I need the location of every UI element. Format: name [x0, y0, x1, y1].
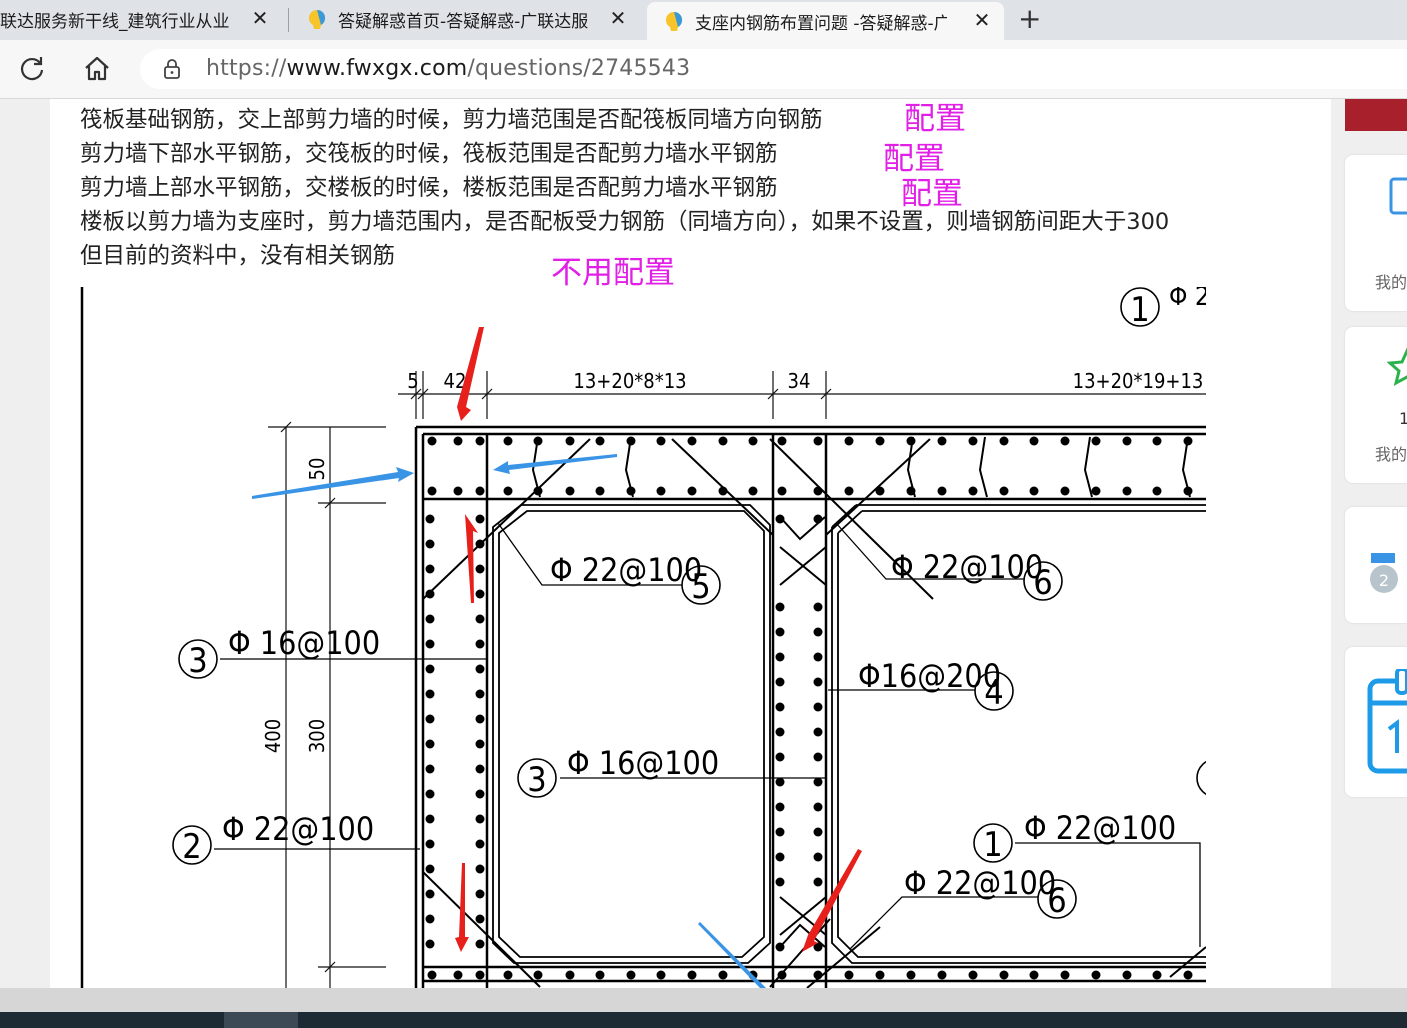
medal-icon: 2	[1367, 551, 1407, 605]
tab-strip: 联达服务新干线_建筑行业从业 ✕ 答疑解惑首页-答疑解惑-广联达服 ✕ 支座内钢…	[0, 0, 1407, 40]
dim-label: 5	[407, 369, 418, 393]
svg-text:2: 2	[1379, 571, 1389, 590]
blue-arrow-1	[252, 467, 414, 499]
sidebar-card-favorites[interactable]: 1 我的	[1345, 327, 1407, 483]
rebar-dots	[425, 436, 1193, 980]
sidebar-label: 我的	[1375, 273, 1407, 292]
red-arrows	[455, 327, 862, 952]
sidebar-card-medal[interactable]: 2	[1345, 507, 1407, 623]
red-arrow-2	[465, 514, 478, 603]
callout-spec: Φ 22@100	[550, 551, 702, 589]
dim-label: 300	[305, 719, 329, 753]
favicon-bulb-icon	[306, 8, 328, 30]
second-row-dots	[427, 486, 1193, 496]
lock-icon[interactable]	[162, 58, 182, 84]
question-line-5: 但目前的资料中，没有相关钢筋	[80, 243, 396, 269]
url-text: https://www.fwxgx.com/questions/2745543	[206, 56, 690, 81]
favicon-bulb-icon	[663, 10, 685, 32]
question-line-4: 楼板以剪力墙为支座时，剪力墙范围内，是否配板受力钢筋（同墙方向），如果不设置，则…	[80, 209, 1170, 235]
dim-label: 34	[788, 369, 811, 393]
horizontal-scrollbar[interactable]	[0, 988, 1407, 1012]
url-path: /questions/2745543	[467, 56, 691, 81]
dim-label: 13+20*8*13	[573, 369, 686, 393]
bottom-row-dots	[427, 970, 1193, 980]
taskbar-active-app[interactable]	[224, 1012, 298, 1028]
sidebar-banner	[1345, 99, 1407, 131]
callout-spec: Φ 22@100	[904, 864, 1056, 902]
callout-spec: Φ16@200	[858, 657, 1001, 695]
dim-label: 400	[261, 719, 285, 753]
question-line-2: 剪力墙下部水平钢筋，交筏板的时候，筏板范围是否配剪力墙水平钢筋	[80, 141, 778, 167]
blue-arrow-2	[493, 454, 617, 474]
left-dimension-lines	[268, 421, 386, 988]
right-sidebar: 我的 1 我的 2	[1345, 99, 1407, 988]
callout-spec: Φ 22@100	[222, 810, 374, 848]
red-arrow-3	[455, 863, 469, 952]
question-line-1: 筏板基础钢筋，交上部剪力墙的时候，剪力墙范围是否配筏板同墙方向钢筋	[80, 107, 823, 133]
url-host: www.fwxgx.com	[286, 56, 468, 81]
callout-spec: Φ 22@100	[891, 548, 1043, 586]
tab-fwxgx-home[interactable]: 联达服务新干线_建筑行业从业 ✕	[0, 0, 282, 38]
callout-number: 2	[182, 827, 201, 867]
close-tab-icon[interactable]: ✕	[970, 8, 994, 32]
sidebar-count: 1	[1399, 409, 1407, 428]
callout-spec: Φ 22@100	[1024, 809, 1176, 847]
middle-wall-dots	[775, 514, 823, 952]
dim-label: 50	[305, 458, 329, 481]
address-bar[interactable]: https://www.fwxgx.com/questions/2745543	[140, 49, 1407, 89]
refresh-icon[interactable]	[17, 54, 47, 84]
callout-spec: Φ 16@100	[567, 744, 719, 782]
blue-arrows	[252, 454, 766, 988]
callout-number: 1	[1130, 290, 1149, 330]
tab-qa-home[interactable]: 答疑解惑首页-答疑解惑-广联达服 ✕	[296, 0, 640, 38]
new-tab-icon[interactable]: +	[1018, 2, 1041, 35]
tab-title: 联达服务新干线_建筑行业从业	[0, 11, 230, 32]
question-line-3: 剪力墙上部水平钢筋，交楼板的时候，楼板范围是否配剪力墙水平钢筋	[80, 175, 778, 201]
os-taskbar	[0, 1012, 1407, 1028]
answer-note-4: 不用配置	[551, 255, 675, 291]
home-icon[interactable]	[82, 54, 112, 84]
document-icon	[1389, 177, 1407, 221]
top-row-dots	[427, 436, 1193, 446]
close-tab-icon[interactable]: ✕	[248, 6, 272, 30]
callout-spec: Φ 2	[1169, 287, 1206, 312]
tab-separator	[288, 8, 289, 32]
tab-title: 支座内钢筋布置问题 -答疑解惑-广	[695, 13, 947, 34]
page-viewport: 筏板基础钢筋，交上部剪力墙的时候，剪力墙范围是否配筏板同墙方向钢筋 剪力墙下部水…	[0, 99, 1407, 988]
url-scheme: https://	[206, 56, 287, 81]
sidebar-label: 我的	[1375, 445, 1407, 464]
sidebar-card-questions[interactable]: 我的	[1345, 155, 1407, 311]
callout-number: 3	[188, 641, 207, 681]
close-tab-icon[interactable]: ✕	[606, 6, 630, 30]
callout-number: 1	[983, 825, 1002, 865]
answer-note-3: 配置	[901, 176, 963, 212]
rebar-section-drawing: 5 42 13+20*8*13 34 13+20*19+13 50 400 30…	[80, 287, 1206, 988]
tab-current-question[interactable]: 支座内钢筋布置问题 -答疑解惑-广 ✕	[647, 2, 1004, 40]
star-icon	[1386, 347, 1407, 395]
tab-title: 答疑解惑首页-答疑解惑-广联达服	[338, 11, 589, 32]
callout-number: 3	[527, 760, 546, 800]
sidebar-card-calendar[interactable]	[1345, 647, 1407, 797]
dim-label: 13+20*19+13	[1073, 369, 1204, 393]
calendar-icon	[1367, 667, 1407, 783]
question-content: 筏板基础钢筋，交上部剪力墙的时候，剪力墙范围是否配筏板同墙方向钢筋 剪力墙下部水…	[50, 99, 1331, 988]
browser-toolbar: https://www.fwxgx.com/questions/2745543	[0, 40, 1407, 99]
callout-spec: Φ 16@100	[228, 624, 380, 662]
